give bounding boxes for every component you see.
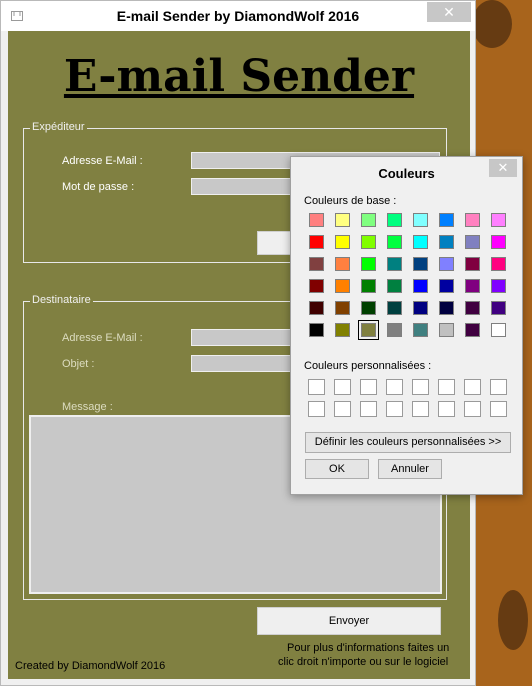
basic-color-swatch[interactable] [358, 320, 379, 340]
basic-color-swatch[interactable] [413, 213, 428, 227]
custom-color-swatch[interactable] [386, 379, 403, 395]
custom-color-swatch[interactable] [360, 401, 377, 417]
cancel-button[interactable]: Annuler [378, 459, 442, 479]
basic-color-swatch[interactable] [361, 213, 376, 227]
basic-color-swatch[interactable] [491, 235, 506, 249]
basic-color-swatch[interactable] [387, 213, 402, 227]
basic-color-swatch[interactable] [439, 235, 454, 249]
basic-color-swatch[interactable] [335, 213, 350, 227]
custom-color-swatch[interactable] [334, 379, 351, 395]
define-custom-colors-button[interactable]: Définir les couleurs personnalisées >> [305, 432, 511, 453]
footer-hint-line2: clic droit n'importe ou sur le logiciel [278, 656, 449, 668]
sender-email-label: Adresse E-Mail : [62, 155, 143, 167]
basic-color-swatch[interactable] [413, 301, 428, 315]
basic-color-swatch[interactable] [465, 257, 480, 271]
basic-color-swatch[interactable] [439, 279, 454, 293]
basic-color-swatch[interactable] [491, 323, 506, 337]
custom-color-swatch[interactable] [386, 401, 403, 417]
footer-credit: Created by DiamondWolf 2016 [15, 660, 166, 672]
basic-color-swatch[interactable] [439, 301, 454, 315]
close-button[interactable]: ✕ [427, 2, 471, 22]
footer-hint-line1: Pour plus d'informations faites un [287, 642, 450, 654]
custom-color-swatch[interactable] [308, 401, 325, 417]
custom-colors-label: Couleurs personnalisées : [304, 360, 432, 372]
basic-color-swatch[interactable] [361, 279, 376, 293]
basic-color-swatch[interactable] [335, 257, 350, 271]
basic-color-swatch[interactable] [491, 213, 506, 227]
close-icon: ✕ [443, 4, 455, 20]
custom-color-swatch[interactable] [438, 379, 455, 395]
basic-color-swatch[interactable] [309, 235, 324, 249]
basic-color-swatch[interactable] [361, 235, 376, 249]
basic-color-swatch[interactable] [361, 257, 376, 271]
custom-color-swatch[interactable] [308, 379, 325, 395]
basic-color-swatch[interactable] [413, 323, 428, 337]
basic-color-swatch[interactable] [439, 323, 454, 337]
basic-color-swatch[interactable] [335, 323, 350, 337]
custom-color-swatch[interactable] [464, 401, 481, 417]
basic-color-swatch[interactable] [335, 235, 350, 249]
page-title: E-mail Sender [63, 51, 415, 102]
basic-color-swatch[interactable] [465, 301, 480, 315]
color-dialog-title: Couleurs [378, 166, 435, 181]
basic-color-swatch[interactable] [387, 257, 402, 271]
recipient-email-label: Adresse E-Mail : [62, 332, 143, 344]
basic-color-swatch[interactable] [309, 279, 324, 293]
desktop-background-shape [498, 590, 528, 650]
basic-color-swatch[interactable] [387, 301, 402, 315]
basic-colors-label: Couleurs de base : [304, 195, 397, 207]
color-dialog-close-button[interactable]: ✕ [489, 159, 517, 177]
basic-color-swatch[interactable] [465, 279, 480, 293]
custom-color-swatch[interactable] [334, 401, 351, 417]
basic-color-swatch[interactable] [309, 257, 324, 271]
basic-color-swatch[interactable] [335, 301, 350, 315]
custom-color-swatch[interactable] [412, 401, 429, 417]
basic-color-swatch[interactable] [387, 235, 402, 249]
basic-color-swatch[interactable] [491, 279, 506, 293]
sender-group-legend: Expéditeur [30, 121, 87, 133]
basic-color-swatch[interactable] [335, 279, 350, 293]
custom-color-swatch[interactable] [490, 379, 507, 395]
basic-color-swatch[interactable] [387, 279, 402, 293]
custom-color-swatch[interactable] [490, 401, 507, 417]
recipient-group-legend: Destinataire [30, 294, 93, 306]
basic-color-swatch[interactable] [465, 235, 480, 249]
send-button[interactable]: Envoyer [257, 607, 441, 635]
basic-color-swatch[interactable] [491, 257, 506, 271]
basic-color-swatch[interactable] [439, 257, 454, 271]
basic-color-swatch[interactable] [491, 301, 506, 315]
close-icon: ✕ [497, 160, 509, 175]
subject-label: Objet : [62, 358, 95, 370]
color-dialog: Couleurs ✕ Couleurs de base : Couleurs p… [290, 156, 523, 495]
basic-color-swatch[interactable] [361, 301, 376, 315]
custom-color-swatch[interactable] [464, 379, 481, 395]
basic-color-swatch[interactable] [465, 213, 480, 227]
desktop-background-shape [472, 0, 512, 48]
window-title: E-mail Sender by DiamondWolf 2016 [116, 8, 360, 24]
custom-color-swatch[interactable] [438, 401, 455, 417]
ok-button[interactable]: OK [305, 459, 369, 479]
title-bar[interactable]: E-mail Sender by DiamondWolf 2016 ✕ [1, 1, 475, 31]
basic-color-swatch[interactable] [309, 301, 324, 315]
sender-password-label: Mot de passe : [62, 181, 135, 193]
custom-color-swatch[interactable] [412, 379, 429, 395]
basic-color-swatch[interactable] [439, 213, 454, 227]
basic-color-swatch[interactable] [309, 323, 324, 337]
custom-color-swatch[interactable] [360, 379, 377, 395]
basic-color-swatch[interactable] [413, 235, 428, 249]
basic-color-swatch[interactable] [309, 213, 324, 227]
basic-color-swatch[interactable] [387, 323, 402, 337]
basic-color-swatch[interactable] [413, 279, 428, 293]
basic-color-swatch[interactable] [413, 257, 428, 271]
message-label: Message : [62, 401, 113, 413]
basic-color-swatch[interactable] [465, 323, 480, 337]
